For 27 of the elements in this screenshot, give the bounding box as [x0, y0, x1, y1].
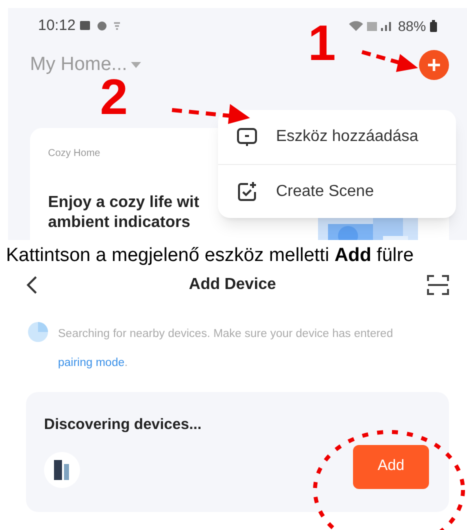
add-button[interactable] — [419, 50, 449, 80]
battery-level: 88% — [398, 16, 426, 36]
device-icon — [54, 460, 70, 480]
notification-icons — [80, 20, 122, 32]
device-icon — [236, 126, 258, 148]
add-device-button[interactable]: Add — [353, 444, 429, 488]
back-icon[interactable] — [26, 276, 38, 294]
card-headline: Enjoy a cozy life wit — [48, 193, 200, 213]
menu-item[interactable]: Eszköz hozzáadása — [218, 110, 456, 164]
discovery-title: Discovering devices... — [44, 415, 203, 435]
caret-icon — [131, 62, 142, 68]
screen-title: Add Device — [188, 275, 276, 295]
caption: Kattintson a megjelenő eszköz melletti Add fülre — [5, 244, 415, 268]
menu-item[interactable]: Create Scene — [218, 164, 456, 218]
search-notice: Searching for nearby devices. Make sure your device has entered pairing mode. — [58, 327, 394, 371]
pairing-mode-link[interactable]: pairing mode — [58, 357, 124, 369]
battery-icon — [430, 20, 437, 32]
annotation-number: 1 — [308, 18, 336, 68]
card-headline: ambient indicators — [48, 213, 192, 233]
scene-icon — [236, 180, 258, 202]
plus-icon — [427, 58, 441, 72]
spinner-icon — [28, 322, 48, 342]
signal-icons — [348, 20, 394, 32]
dashed-arrow — [360, 48, 420, 74]
status-time: 10:12 — [38, 16, 76, 36]
card-label: Cozy Home — [48, 147, 102, 161]
scan-icon[interactable] — [426, 275, 449, 295]
